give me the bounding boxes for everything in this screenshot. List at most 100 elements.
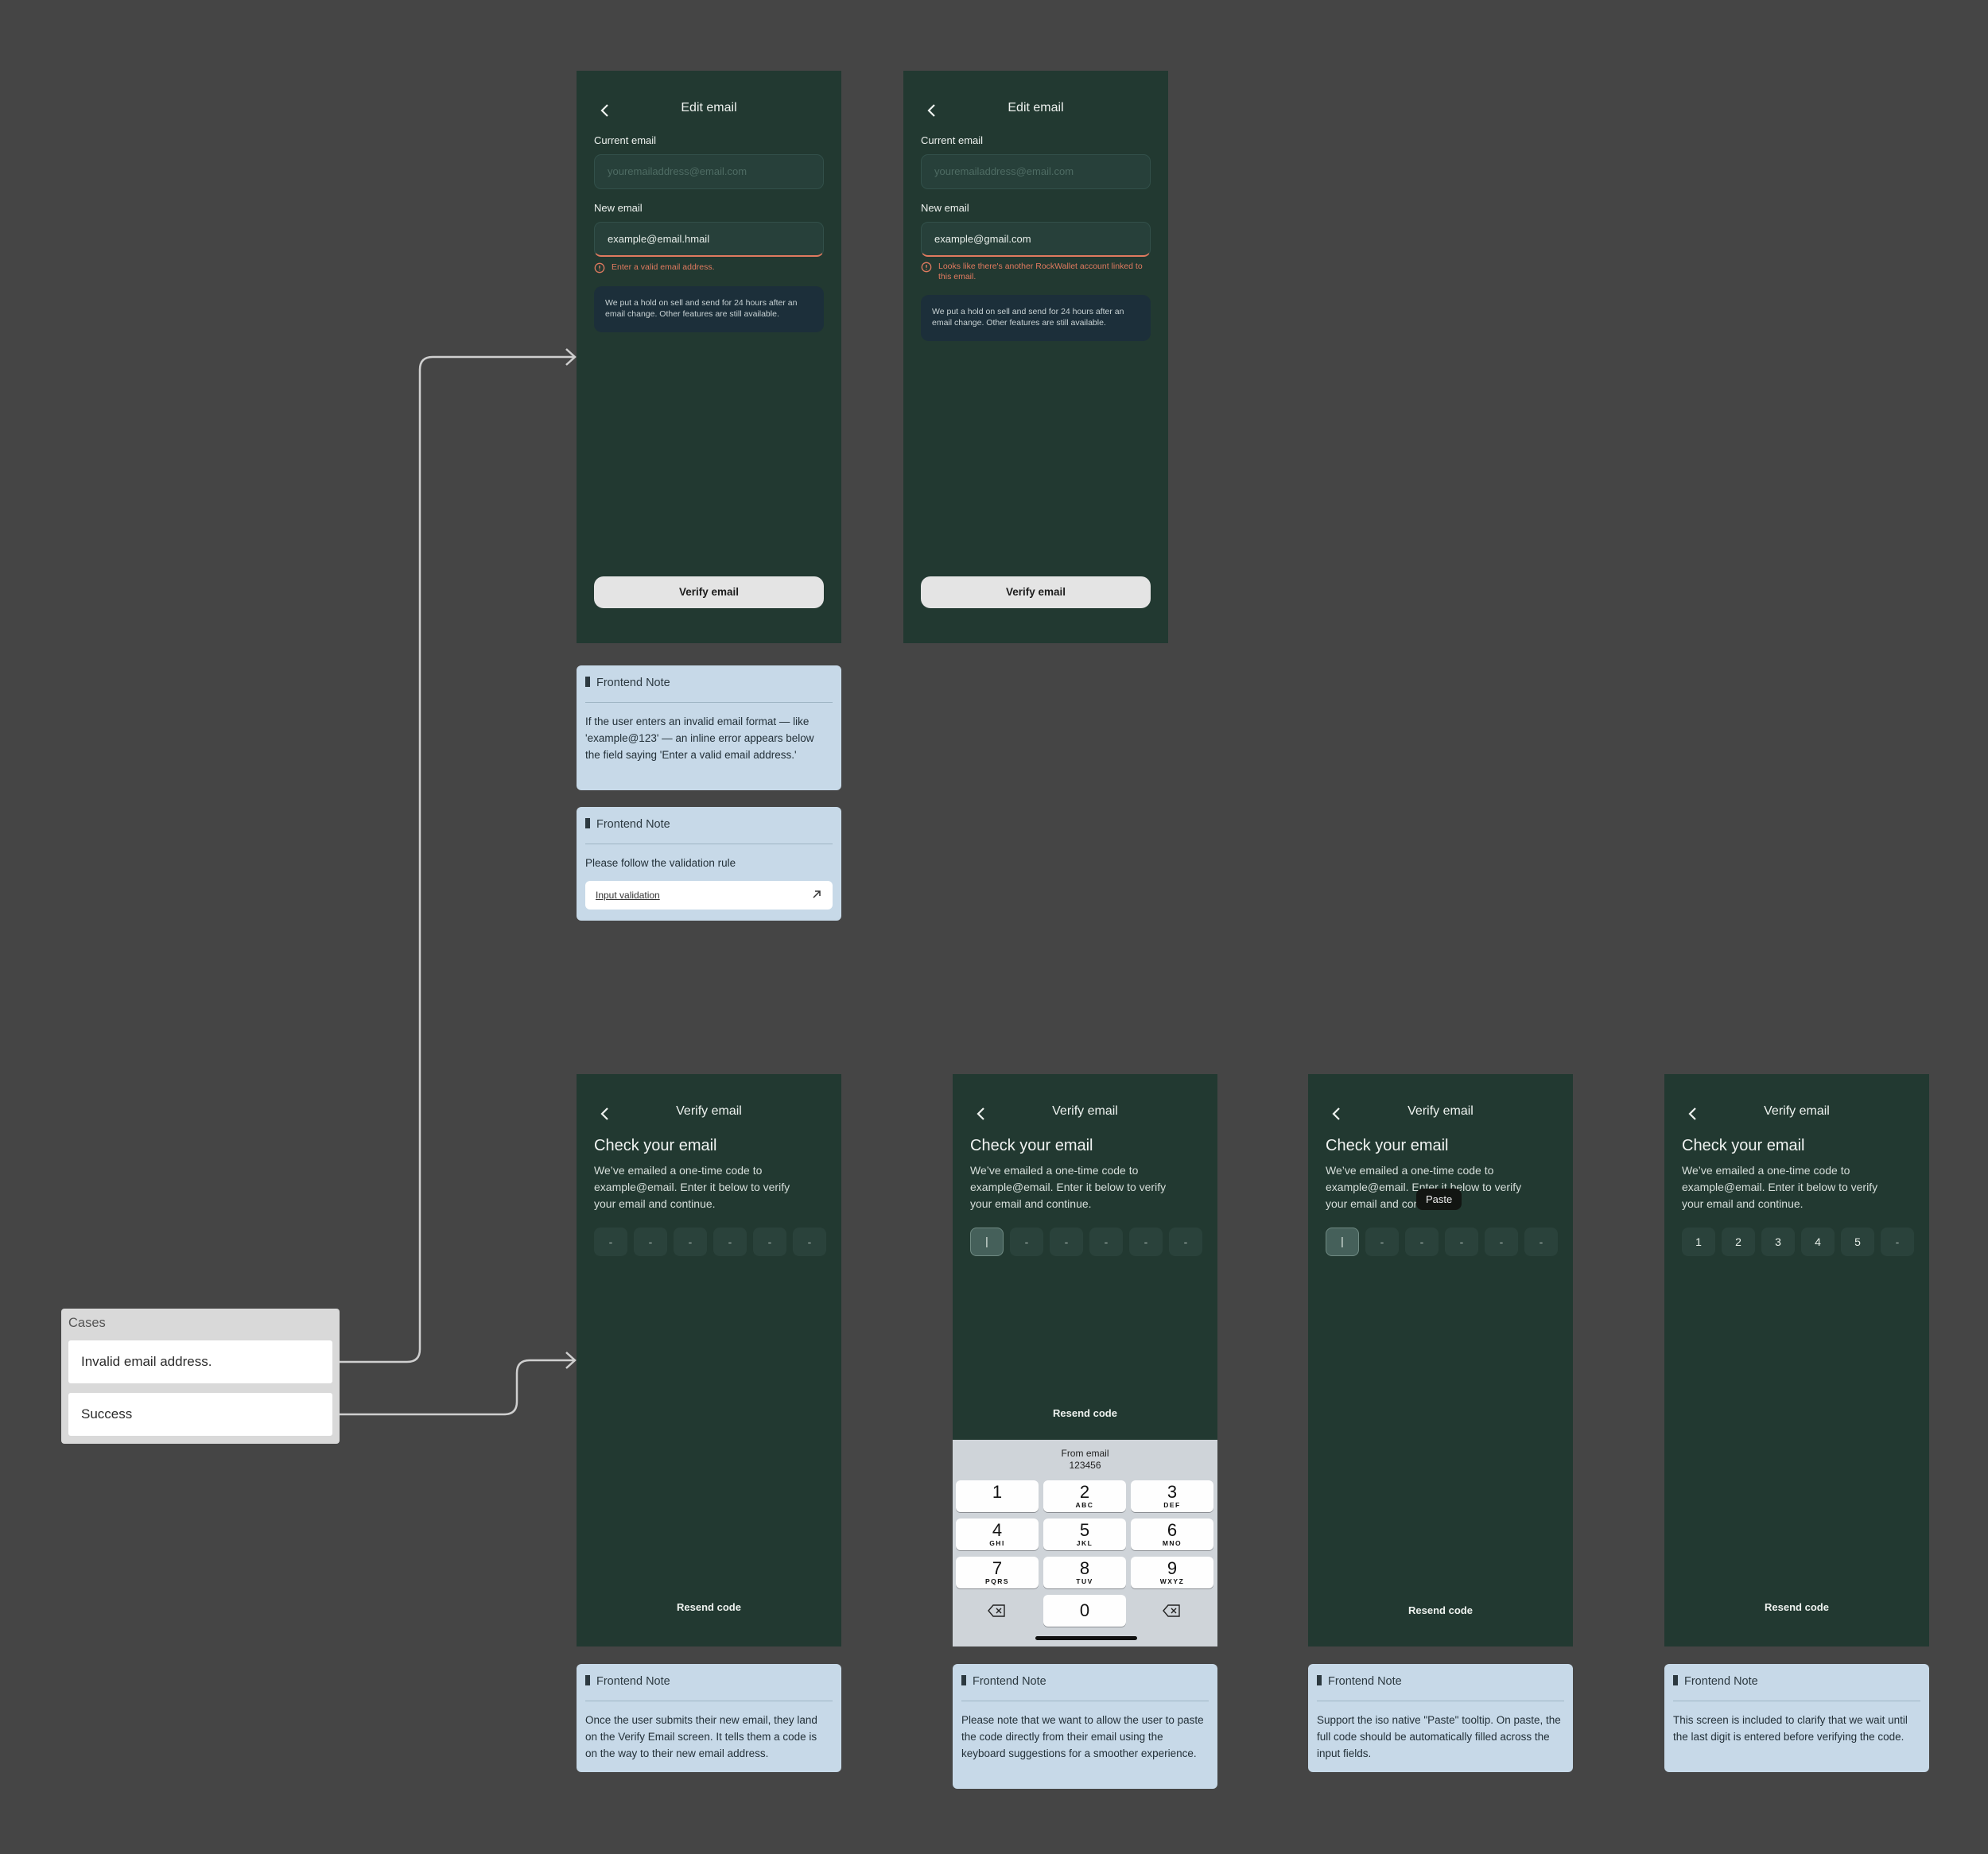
email-error-message: Enter a valid email address.: [594, 262, 824, 275]
resend-code-link[interactable]: Resend code: [577, 1601, 841, 1613]
frontend-note-paste-keyboard: Frontend Note Please note that we want t…: [953, 1664, 1217, 1789]
otp-digit-4[interactable]: -: [1089, 1228, 1123, 1256]
key-5[interactable]: 5 JKL: [1043, 1518, 1126, 1550]
external-arrow-icon: [813, 890, 821, 898]
current-email-label: Current email: [921, 134, 984, 146]
heading: Check your email: [1326, 1137, 1449, 1154]
otp-digit-4[interactable]: -: [1445, 1228, 1478, 1256]
otp-digit-2[interactable]: 2: [1722, 1228, 1755, 1256]
paste-tooltip[interactable]: Paste: [1416, 1189, 1462, 1210]
new-email-input[interactable]: example@email.hmail: [594, 222, 824, 257]
screen-title: Edit email: [681, 101, 737, 114]
otp-digit-2[interactable]: -: [1010, 1228, 1043, 1256]
otp-digit-3[interactable]: -: [1050, 1228, 1083, 1256]
resend-code-link[interactable]: Resend code: [1308, 1604, 1573, 1616]
otp-digit-5[interactable]: -: [1485, 1228, 1518, 1256]
otp-digit-4[interactable]: -: [713, 1228, 747, 1256]
case-success[interactable]: Success: [68, 1393, 332, 1436]
hold-info-box: We put a hold on sell and send for 24 ho…: [594, 286, 824, 332]
otp-digit-6[interactable]: -: [1524, 1228, 1558, 1256]
current-email-field: youremailaddress@email.com: [594, 154, 824, 189]
verify-email-button[interactable]: Verify email: [594, 576, 824, 608]
body-text: We’ve emailed a one-time code to example…: [1682, 1164, 1878, 1210]
otp-digit-6[interactable]: -: [1169, 1228, 1202, 1256]
key-delete-left[interactable]: [956, 1595, 1039, 1627]
suggestion-code: 123456: [1069, 1460, 1101, 1471]
screen-title: Edit email: [1008, 101, 1064, 114]
input-validation-link[interactable]: Input validation: [585, 881, 833, 910]
key-2[interactable]: 2 ABC: [1043, 1480, 1126, 1512]
otp-digit-3[interactable]: -: [1405, 1228, 1439, 1256]
otp-digit-1-focused[interactable]: |: [1326, 1228, 1359, 1256]
key-9[interactable]: 9 WXYZ: [1131, 1557, 1213, 1588]
body-text: We’ve emailed a one-time code to example…: [594, 1164, 790, 1210]
frontend-note-invalid-format: Frontend Note If the user enters an inva…: [577, 665, 841, 790]
current-email-placeholder: youremailaddress@email.com: [934, 165, 1074, 177]
note-body: Once the user submits their new email, t…: [585, 1714, 817, 1759]
note-body: Please note that we want to allow the us…: [961, 1714, 1204, 1759]
key-4[interactable]: 4 GHI: [956, 1518, 1039, 1550]
verify-email-button[interactable]: Verify email: [921, 576, 1151, 608]
otp-digit-1[interactable]: -: [594, 1228, 627, 1256]
note-body: Please follow the validation rule: [585, 857, 736, 869]
note-body: This screen is included to clarify that …: [1673, 1714, 1908, 1743]
top-bar: Edit email: [577, 98, 841, 126]
new-email-label: New email: [921, 202, 969, 214]
key-delete-right[interactable]: [1131, 1595, 1213, 1627]
current-email-label: Current email: [594, 134, 657, 146]
resend-code-link[interactable]: Resend code: [953, 1407, 1217, 1419]
case-invalid-email[interactable]: Invalid email address.: [68, 1340, 332, 1383]
key-6[interactable]: 6 MNO: [1131, 1518, 1213, 1550]
top-bar: Verify email: [1664, 1101, 1929, 1130]
connector-success-to-verify: [340, 1359, 574, 1416]
email-error-message: Looks like there's another RockWallet ac…: [921, 262, 1151, 284]
otp-digit-1[interactable]: 1: [1682, 1228, 1715, 1256]
otp-digit-6[interactable]: -: [793, 1228, 826, 1256]
otp-digit-5[interactable]: 5: [1841, 1228, 1874, 1256]
otp-digit-3[interactable]: 3: [1761, 1228, 1795, 1256]
screen-title: Verify email: [1764, 1104, 1830, 1118]
cases-panel: Cases Invalid email address. Success: [61, 1309, 340, 1444]
otp-digit-6[interactable]: -: [1881, 1228, 1914, 1256]
otp-digit-4[interactable]: 4: [1801, 1228, 1835, 1256]
otp-digit-1-focused[interactable]: |: [970, 1228, 1004, 1256]
home-indicator: [1035, 1636, 1137, 1640]
note-header: Frontend Note: [1673, 1675, 1758, 1688]
key-1[interactable]: 1: [956, 1480, 1039, 1512]
error-text: Enter a valid email address.: [612, 262, 715, 272]
connector-invalid-to-edit: [340, 355, 574, 1363]
verify-email-screen-paste: Verify email Check your email We’ve emai…: [1308, 1074, 1573, 1646]
suggestion-source: From email: [1061, 1448, 1109, 1459]
top-bar: Verify email: [1308, 1101, 1573, 1130]
key-0[interactable]: 0: [1043, 1595, 1126, 1627]
error-circle-icon: [594, 262, 605, 273]
resend-code-link[interactable]: Resend code: [1664, 1601, 1929, 1613]
otp-digit-5[interactable]: -: [753, 1228, 786, 1256]
top-bar: Verify email: [953, 1101, 1217, 1130]
keyboard-code-suggestion[interactable]: From email 123456: [953, 1448, 1217, 1472]
top-bar: Edit email: [903, 98, 1168, 126]
note-body: If the user enters an invalid email form…: [585, 716, 814, 761]
otp-digit-2[interactable]: -: [1365, 1228, 1399, 1256]
note-header: Frontend Note: [1317, 1675, 1402, 1688]
new-email-value: example@gmail.com: [934, 233, 1031, 245]
verify-email-screen-filled: Verify email Check your email We’ve emai…: [1664, 1074, 1929, 1646]
backspace-icon: [1163, 1604, 1180, 1617]
verify-email-screen-keyboard: Verify email Check your email We’ve emai…: [953, 1074, 1217, 1646]
note-body: Support the iso native "Paste" tooltip. …: [1317, 1714, 1561, 1759]
otp-digit-3[interactable]: -: [674, 1228, 707, 1256]
key-7[interactable]: 7 PQRS: [956, 1557, 1039, 1588]
key-8[interactable]: 8 TUV: [1043, 1557, 1126, 1588]
heading: Check your email: [594, 1137, 717, 1154]
cases-title: Cases: [68, 1316, 106, 1330]
otp-digit-5[interactable]: -: [1129, 1228, 1163, 1256]
screen-title: Verify email: [1052, 1104, 1118, 1118]
key-3[interactable]: 3 DEF: [1131, 1480, 1213, 1512]
frontend-note-wait-last-digit: Frontend Note This screen is included to…: [1664, 1664, 1929, 1772]
new-email-input[interactable]: example@gmail.com: [921, 222, 1151, 257]
otp-digit-2[interactable]: -: [634, 1228, 667, 1256]
error-circle-icon: [921, 262, 932, 273]
current-email-placeholder: youremailaddress@email.com: [608, 165, 747, 177]
current-email-field: youremailaddress@email.com: [921, 154, 1151, 189]
new-email-label: New email: [594, 202, 643, 214]
